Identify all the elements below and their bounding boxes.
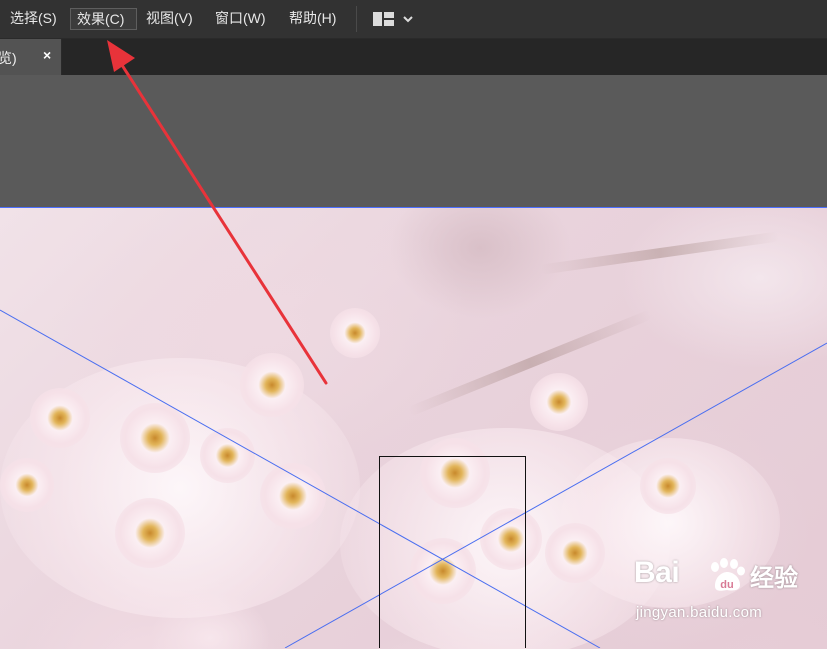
blossom [420,438,490,508]
blossom [260,463,326,529]
blossom [480,508,542,570]
watermark-suffix: 经验 [750,565,798,592]
document-tab-bar: 览) × [0,39,827,75]
menu-window[interactable]: 窗口(W) [213,8,268,30]
pasteboard [0,75,827,208]
document-tab-title: 览) [0,50,17,66]
blossom [200,428,255,483]
blossom [0,458,54,512]
baidu-watermark: Bai du 经验 jingyan.baidu.com [634,556,824,628]
blossom [330,308,380,358]
blossom [120,403,190,473]
close-icon[interactable]: × [43,47,51,63]
blossom [545,523,605,583]
menu-help[interactable]: 帮助(H) [287,8,338,30]
branch [540,231,780,275]
blossom [530,373,588,431]
paw-du-icon: du [711,558,745,591]
blossom [410,538,476,604]
chevron-down-icon [403,16,413,23]
watermark-logo: Bai [634,556,680,589]
menu-bar: 选择(S) 效果(C) 视图(V) 窗口(W) 帮助(H) [0,0,827,39]
blossom [115,498,185,568]
svg-text:du: du [720,579,733,591]
menu-view[interactable]: 视图(V) [144,8,195,30]
menu-select[interactable]: 选择(S) [8,8,59,30]
blossom [640,458,696,514]
document-tab[interactable]: 览) × [0,39,62,75]
watermark-url: jingyan.baidu.com [636,604,763,621]
workspace-switcher[interactable] [370,8,416,30]
blossom [240,353,304,417]
blossom [30,388,90,448]
menu-effect[interactable]: 效果(C) [70,8,137,30]
menu-separator [356,6,357,32]
